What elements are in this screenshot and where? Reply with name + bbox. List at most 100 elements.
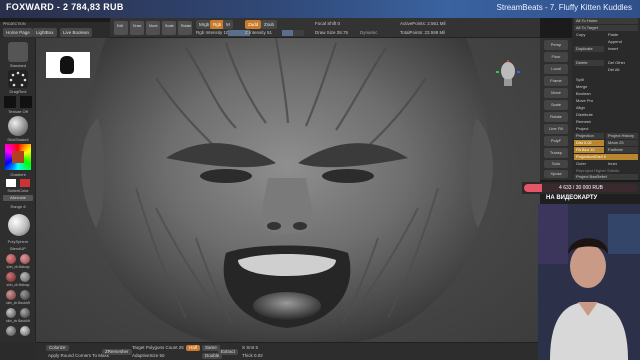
inner-button[interactable]: Inner (606, 161, 638, 167)
matcap-sphere-4[interactable] (20, 272, 30, 282)
projection-shell-slider[interactable]: ProjectionShell 0 (574, 154, 638, 160)
navigator-silhouette (60, 56, 74, 74)
matcap-sphere-7[interactable] (6, 308, 16, 318)
top-toolbar: Edit Draw Move Scale Rotate Mrgb Rgb M Z… (110, 18, 540, 38)
matcap-sphere-8[interactable] (20, 308, 30, 318)
distribute-menu[interactable]: Distribute (574, 112, 638, 118)
matcap-sphere-5[interactable] (6, 290, 16, 300)
half-button[interactable]: Half (186, 345, 201, 351)
material-sphere[interactable] (8, 116, 28, 136)
del-all-button[interactable]: Del All (606, 67, 638, 73)
move-button[interactable]: Move (146, 21, 160, 35)
outer-button[interactable]: Outer (574, 161, 604, 167)
gradient-label: Gradient (10, 172, 26, 177)
append-button[interactable]: Append (606, 39, 638, 45)
switch-color-label: SwitchColor (7, 188, 29, 193)
remesh-menu[interactable]: Remesh (574, 119, 638, 125)
solo-button[interactable]: Solo (544, 160, 568, 168)
merge-menu[interactable]: Merge (574, 84, 638, 90)
edit-label: Edit (117, 24, 124, 28)
stroke-label: DragRect (9, 89, 27, 94)
polyf-button[interactable]: PolyF (544, 136, 568, 146)
draw-button[interactable]: Draw (130, 21, 144, 35)
dist-slider[interactable]: Dist 0.02 (574, 140, 604, 146)
polysphere-thumbnail[interactable] (8, 214, 30, 236)
secondary-color-swatch[interactable] (20, 179, 30, 187)
main-color-swatch[interactable] (6, 179, 16, 187)
rotate-button[interactable]: Rotate (178, 21, 192, 35)
projection-button[interactable]: Projection (574, 133, 604, 139)
rotate-view-button[interactable]: Rotate (544, 112, 568, 122)
all-to-home-button[interactable]: All To Home (574, 18, 638, 24)
zadd-button[interactable]: Zadd (245, 20, 262, 29)
rgb-intensity-label: Rgb Intensity 100 (196, 30, 232, 35)
texture-label: Texture Off (8, 109, 28, 114)
stream-banner: FOXWARD - 2 784,83 RUB StreamBeats - 7. … (0, 0, 640, 18)
pa-blur-slider[interactable]: PA Blur 10 (574, 147, 604, 153)
frame-button[interactable]: Frame (544, 76, 568, 86)
all-to-target-button[interactable]: All To Target (574, 25, 638, 31)
edit-button[interactable]: Edit (114, 21, 128, 35)
scale-button[interactable]: Scale (162, 21, 176, 35)
matcap-sphere-3[interactable] (6, 272, 16, 282)
xpose-button[interactable]: Xpose (544, 170, 568, 178)
head-gizmo-icon (496, 60, 520, 86)
donation-text: 4 633 / 30 000 RUB (559, 185, 603, 191)
matcap-sphere-1[interactable] (6, 254, 16, 264)
project-menu[interactable]: Project (574, 126, 638, 132)
matcap-sphere-9[interactable] (6, 326, 16, 336)
home-page-button[interactable]: Home Page (3, 28, 33, 37)
scale-view-button[interactable]: Scale (544, 100, 568, 110)
del-other-button[interactable]: Del Other (606, 60, 638, 66)
lightbox-button[interactable]: LightBox (33, 28, 57, 37)
stroke-thumbnail[interactable] (8, 70, 28, 88)
copy-button[interactable]: Copy (574, 32, 604, 38)
color-swatch (12, 151, 24, 163)
sculpt-canvas[interactable] (36, 38, 540, 342)
matcap-label-3: skin_zb BasicMt (6, 301, 30, 305)
extract-button[interactable]: Extract (218, 349, 239, 355)
delete-button[interactable]: Delete (574, 60, 604, 66)
local-button[interactable]: Local (544, 64, 568, 74)
farthest-button[interactable]: Farthest (606, 147, 638, 153)
duplicate-button[interactable]: Duplicate (574, 46, 604, 52)
matcap-sphere-10[interactable] (20, 326, 30, 336)
split-menu[interactable]: Split (574, 77, 638, 83)
navigator-thumbnail[interactable] (46, 52, 90, 78)
doc-bar: PROJECTION Home Page LightBox Live Boole… (0, 22, 110, 38)
texture-thumbnail[interactable] (20, 96, 32, 108)
alternate-button[interactable]: Alternate (3, 195, 33, 201)
m-button[interactable]: M (223, 20, 233, 29)
project-basrelief-button[interactable]: Project BasRelief (574, 174, 638, 180)
zremesher-button[interactable]: ZRemesher (102, 349, 132, 355)
matcap-label-1: skin_zb Matcap (6, 265, 30, 269)
floor-button[interactable]: Floor (544, 52, 568, 62)
colorize-button[interactable]: Colorize (46, 345, 69, 351)
brush-thumbnail[interactable] (8, 42, 28, 62)
matcap-sphere-6[interactable] (20, 290, 30, 300)
now-playing: StreamBeats - 7. Fluffy Kitten Kuddles (496, 3, 632, 12)
project-history-button[interactable]: Project History (606, 133, 638, 139)
insert-button[interactable]: Insert (606, 46, 638, 52)
matcap-sphere-2[interactable] (20, 254, 30, 264)
move-view-button[interactable]: Move (544, 88, 568, 98)
boolean-menu[interactable]: Boolean (574, 91, 638, 97)
projection-label: PROJECTION (3, 22, 26, 26)
focal-shift-label: Focal Shift 0 (315, 21, 341, 26)
material-label: SkinShade4 (7, 137, 29, 142)
bottom-toolbar: Colorize Apply Round Corners To Mask ZRe… (36, 342, 540, 360)
live-boolean-button[interactable]: Live Boolean (60, 28, 93, 37)
transp-button[interactable]: Transp (544, 148, 568, 158)
paste-button[interactable]: Paste (606, 32, 638, 38)
align-menu[interactable]: Align (574, 105, 638, 111)
move-pro-menu[interactable]: Move Pro (574, 98, 638, 104)
z-intensity-slider[interactable] (282, 30, 304, 36)
donation-total: 2 784,83 RUB (63, 2, 124, 12)
zsub-button[interactable]: Zsub (261, 20, 278, 29)
orientation-gizmo[interactable] (496, 60, 520, 90)
line-fill-button[interactable]: Line Fill (544, 124, 568, 134)
persp-button[interactable]: Persp (544, 40, 568, 50)
alpha-thumbnail[interactable] (4, 96, 16, 108)
color-picker[interactable] (5, 144, 31, 170)
mean-slider[interactable]: Mean 25 (606, 140, 638, 146)
